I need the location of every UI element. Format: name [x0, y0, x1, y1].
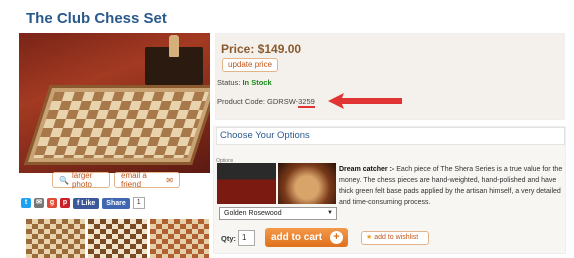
magnifier-icon: 🔍	[59, 175, 69, 185]
description-title: Dream catcher :-	[339, 166, 395, 173]
option-image-set[interactable]	[217, 163, 276, 204]
page-title: The Club Chess Set	[26, 10, 167, 27]
update-price-button[interactable]: update price	[222, 58, 279, 72]
product-code: Product Code: GDRSW-3259	[217, 97, 315, 108]
plus-icon: +	[330, 231, 343, 244]
wishlist-label: add to wishlist	[374, 234, 419, 241]
product-main-photo[interactable]	[19, 33, 210, 173]
options-heading: Choose Your Options	[216, 127, 565, 145]
thumbnail-3[interactable]	[150, 219, 209, 258]
qty-input[interactable]: 1	[238, 230, 255, 246]
option-description: Dream catcher :- Each piece of The Shera…	[339, 164, 563, 208]
add-to-cart-label: add to cart	[271, 232, 323, 243]
thumbnail-1[interactable]	[26, 219, 85, 258]
option-select[interactable]: Golden Rosewood ▼	[219, 207, 337, 220]
add-to-cart-button[interactable]: add to cart +	[265, 228, 348, 247]
dropdown-caret-icon: ▼	[327, 210, 333, 216]
chess-board-image	[24, 85, 210, 165]
annotation-arrow-icon	[328, 93, 402, 109]
king-piece-image	[169, 35, 179, 57]
add-to-wishlist-button[interactable]: ★ add to wishlist	[361, 231, 429, 245]
star-icon: ★	[366, 234, 373, 241]
option-image-piece[interactable]	[278, 163, 336, 204]
share-count: 1	[132, 197, 145, 209]
like-label: Like	[81, 199, 96, 207]
facebook-share-button[interactable]: Share	[102, 197, 130, 209]
product-code-label: Product Code: GDRSW-	[217, 97, 299, 106]
larger-photo-label: larger photo	[71, 171, 93, 189]
stock-status: Status: In Stock	[217, 78, 272, 87]
larger-photo-button[interactable]: 🔍 larger photo	[52, 171, 110, 189]
status-label: Status:	[217, 78, 241, 87]
email-share-icon[interactable]: ✉	[34, 198, 44, 208]
qty-label: Qty:	[221, 234, 236, 243]
status-value: In Stock	[242, 78, 272, 87]
twitter-icon[interactable]: t	[21, 198, 31, 208]
share-label: Share	[106, 199, 126, 207]
facebook-like-button[interactable]: f Like	[73, 197, 100, 209]
thumbnail-strip	[26, 219, 209, 258]
thumbnail-2[interactable]	[88, 219, 147, 258]
email-friend-label: email a friend	[121, 171, 147, 189]
pinterest-icon[interactable]: p	[60, 198, 70, 208]
social-share-bar: t ✉ g p f Like Share 1	[21, 197, 145, 209]
envelope-icon: ✉	[166, 175, 173, 185]
email-friend-button[interactable]: email a friend ✉	[114, 171, 180, 189]
price-label: Price: $149.00	[221, 42, 302, 56]
google-plus-icon[interactable]: g	[47, 198, 57, 208]
option-select-value: Golden Rosewood	[224, 210, 282, 217]
product-code-value: 3259	[298, 97, 315, 108]
